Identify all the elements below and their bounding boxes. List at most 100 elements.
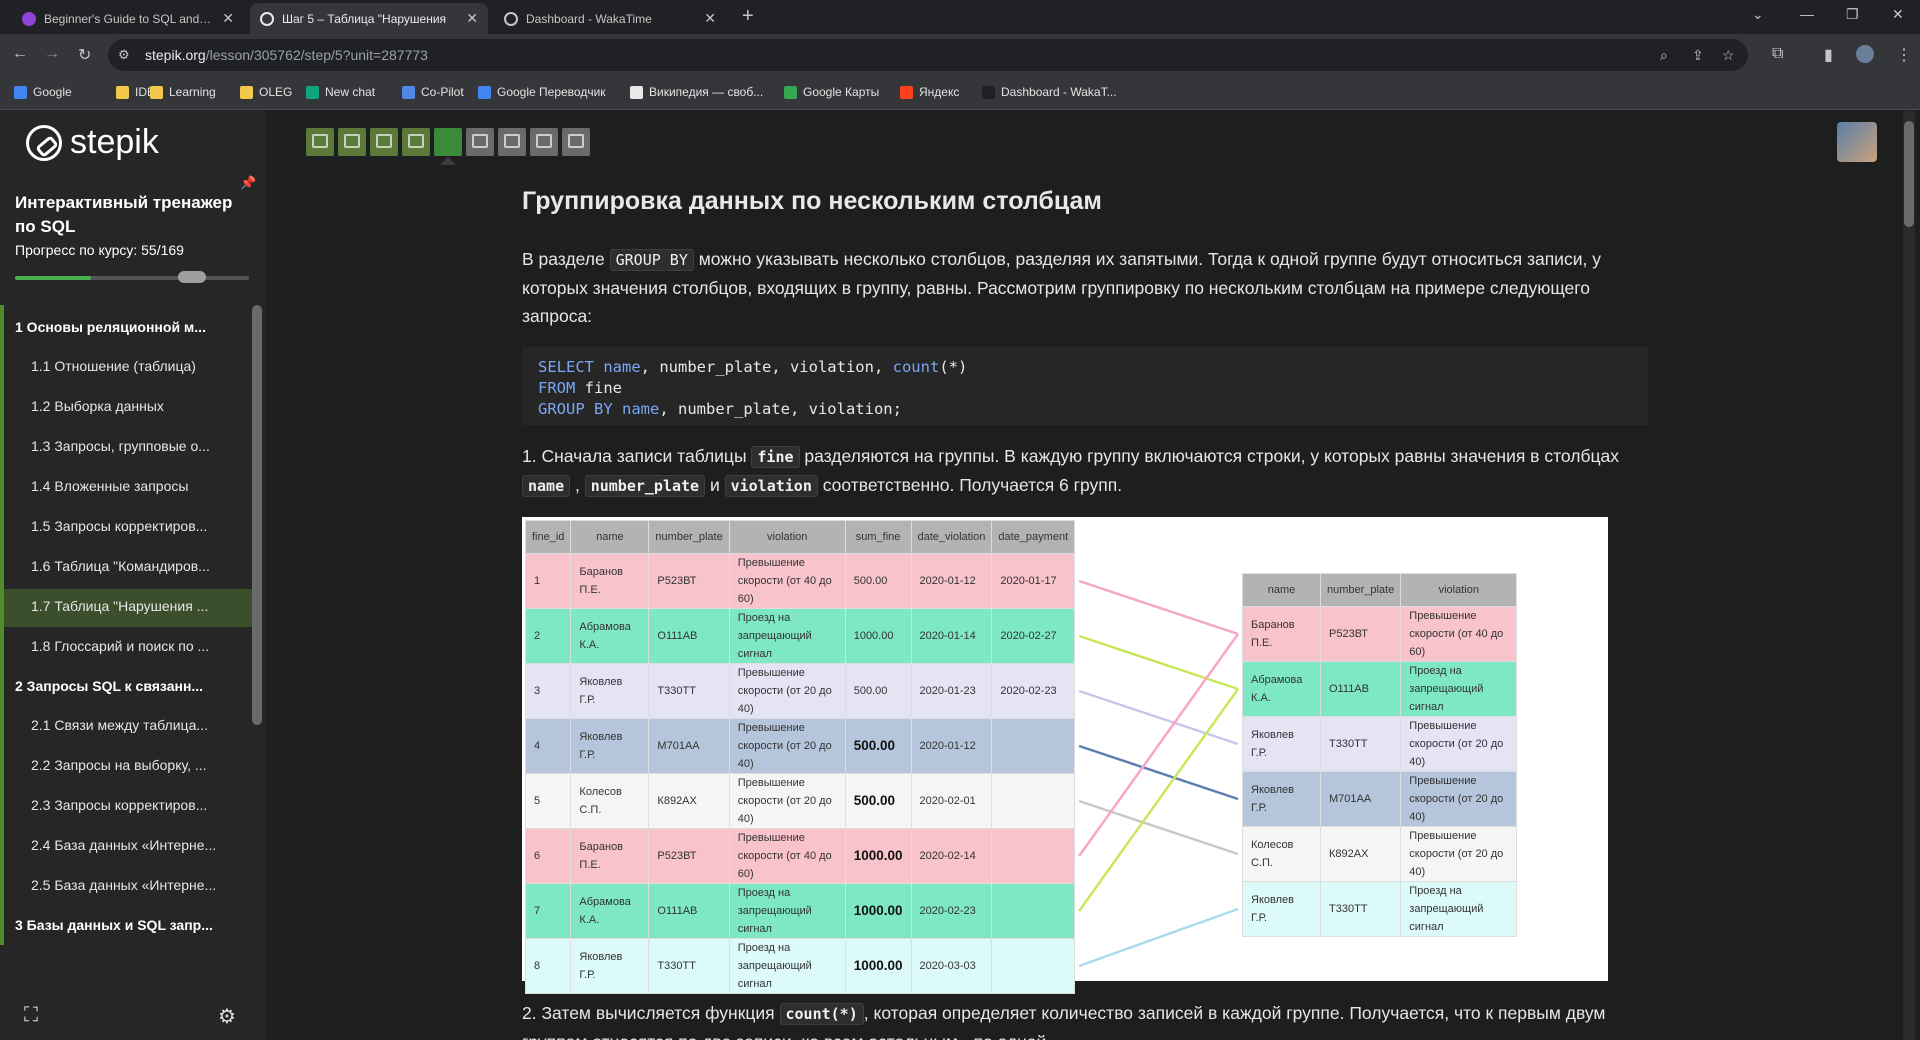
bookmark-label: Википедия — своб... [649,85,764,99]
browser-tab[interactable]: Dashboard - WakaTime ✕ [494,3,726,34]
step-button[interactable] [306,128,334,156]
close-window-icon[interactable]: ✕ [1892,6,1904,23]
text: В разделе [522,249,610,269]
toc-lesson[interactable]: 1.6 Таблица "Командиров... [31,558,241,574]
progress-handle [178,271,206,283]
code-keyword: SELECT [538,358,594,376]
table-of-contents: 1 Основы реляционной м... 1.1 Отношение (… [0,305,252,945]
toc-lesson[interactable]: 2.3 Запросы корректиров... [31,797,241,813]
step-button[interactable] [466,128,494,156]
reload-icon[interactable]: ↻ [78,45,91,65]
bookmark-icon [150,85,163,99]
current-step-caret [440,157,456,165]
toc-lesson[interactable]: 1.2 Выборка данных [31,398,241,414]
share-icon[interactable]: ⇪ [1692,47,1704,64]
paragraph-step1: 1. Сначала записи таблицы fine разделяют… [522,442,1652,500]
toc-lesson[interactable]: 1.4 Вложенные запросы [31,478,241,494]
extensions-icon[interactable]: ⧉ [1772,45,1783,63]
stepik-logo[interactable]: stepik [26,123,159,162]
step-navigation [306,128,590,156]
code-line: SELECT name, number_plate, violation, co… [538,357,1632,378]
minimize-icon[interactable]: — [1800,6,1814,22]
toc-module[interactable]: 1 Основы реляционной м... [15,319,245,335]
step-done-icon [376,134,392,148]
toc-module[interactable]: 3 Базы данных и SQL запр... [15,917,245,933]
close-tab-icon[interactable]: ✕ [466,10,478,27]
settings-gear-icon[interactable]: ⚙ [218,1004,236,1029]
fullscreen-icon[interactable]: ⛶ [24,1004,38,1027]
bookmark-item[interactable]: OLEG [240,85,292,99]
step-button[interactable] [498,128,526,156]
bookmark-item[interactable]: Википедия — своб... [630,85,763,99]
bookmark-item[interactable]: New chat [306,85,375,99]
page-scrollbar-thumb[interactable] [1904,121,1914,227]
code-token: , number_plate, violation, [640,358,893,376]
close-tab-icon[interactable]: ✕ [704,10,716,27]
zoom-icon[interactable]: ⌕ [1660,47,1668,64]
toc-scrollbar[interactable] [252,305,262,725]
bookmark-item[interactable]: Google [14,85,72,99]
close-tab-icon[interactable]: ✕ [222,10,234,27]
site-info-icon[interactable]: ⚙ [118,47,130,63]
group-link-line [1078,579,1239,636]
forward-icon[interactable]: → [44,45,60,63]
text: разделяются на группы. В каждую группу в… [799,446,1619,466]
new-tab-icon[interactable]: + [742,5,754,28]
user-avatar[interactable] [1837,122,1877,162]
toc-lesson[interactable]: 2.5 База данных «Интерне... [31,877,241,893]
bookmark-item[interactable]: Яндекс [900,85,959,99]
address-bar[interactable]: ⚙ stepik.org/lesson/305762/step/5?unit=2… [108,39,1748,71]
step-button[interactable] [402,128,430,156]
code-token: fine [575,379,622,397]
toc-lesson[interactable]: 2.2 Запросы на выборку, ... [31,757,241,773]
step-button[interactable] [338,128,366,156]
tab-search-icon[interactable]: ⌄ [1752,6,1764,23]
bookmark-item[interactable]: Learning [150,85,216,99]
text: и [705,475,725,495]
bookmark-icon [478,85,491,99]
tab-favicon-icon [504,11,518,26]
tab-title: Шаг 5 – Таблица "Нарушения [282,11,447,26]
sql-code-block: SELECT name, number_plate, violation, co… [522,347,1648,425]
tab-favicon-icon [22,11,36,26]
toc-lesson[interactable]: 2.4 База данных «Интерне... [31,837,241,853]
bookmark-label: New chat [325,85,376,99]
inline-code: count(*) [779,1003,864,1025]
toc-lesson[interactable]: 1.5 Запросы корректиров... [31,518,241,534]
toc-lesson[interactable]: 1.7 Таблица "Нарушения ... [31,598,241,614]
step-button[interactable] [434,128,462,156]
course-title[interactable]: Интерактивный тренажер по SQL [15,191,247,239]
sidepanel-icon[interactable]: ▮ [1824,45,1833,65]
menu-icon[interactable]: ⋮ [1896,45,1912,65]
toc-module[interactable]: 2 Запросы SQL к связанн... [15,678,245,694]
step-code-icon [472,134,488,148]
browser-toolbar: ← → ↻ ⚙ stepik.org/lesson/305762/step/5?… [0,34,1920,76]
bookmark-item[interactable]: Google Карты [784,85,879,99]
back-icon[interactable]: ← [12,45,28,63]
step-button[interactable] [370,128,398,156]
group-links [1078,579,1240,968]
browser-tab-active[interactable]: Шаг 5 – Таблица "Нарушения ✕ [250,3,488,34]
bookmark-item[interactable]: Dashboard - WakaT... [982,85,1117,99]
toc-lesson[interactable]: 1.1 Отношение (таблица) [31,358,241,374]
bookmark-item[interactable]: Google Переводчик [478,85,606,99]
bookmark-star-icon[interactable]: ☆ [1722,47,1735,64]
bookmark-icon [900,85,913,99]
toc-lesson[interactable]: 1.8 Глоссарий и поиск по ... [31,638,241,654]
step-button[interactable] [530,128,558,156]
browser-tab[interactable]: Beginner's Guide to SQL and Po ✕ [12,3,244,34]
code-keyword: name [594,358,641,376]
toc-lesson[interactable]: 1.3 Запросы, групповые о... [31,438,241,454]
bookmark-item[interactable]: Co-Pilot [402,85,464,99]
restore-icon[interactable]: ❐ [1846,6,1859,23]
pin-icon[interactable]: 📌 [240,175,256,191]
bookmark-label: Google [33,85,72,99]
tab-title: Beginner's Guide to SQL and Po [44,11,215,26]
step-button[interactable] [562,128,590,156]
toc-lesson[interactable]: 2.1 Связи между таблица... [31,717,241,733]
profile-icon[interactable] [1856,45,1874,63]
step-code-icon [568,134,584,148]
bookmark-label: Google Карты [803,85,880,99]
text: 2. Затем вычисляется функция [522,1003,780,1023]
course-progress-label: Прогресс по курсу: 55/169 [15,242,184,258]
